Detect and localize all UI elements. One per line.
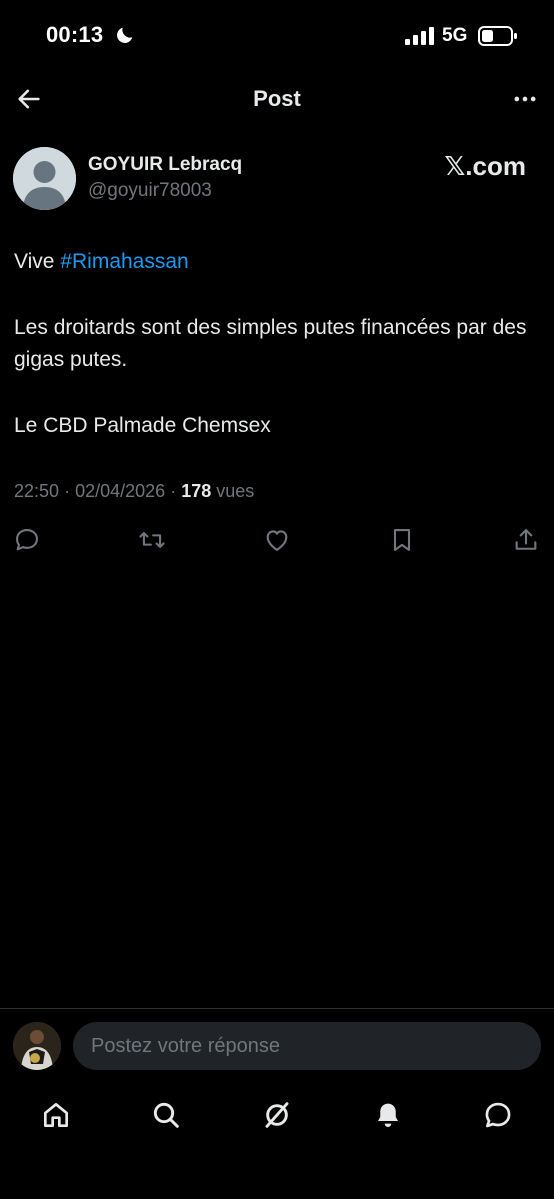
share-button[interactable] [511,525,541,555]
brand-watermark: 𝕏.com [444,151,526,181]
bookmark-button[interactable] [387,525,417,555]
post-text-prefix: Vive [14,250,61,273]
page-title: Post [253,86,301,111]
post-time[interactable]: 22:50 [14,481,59,501]
reply-input[interactable] [73,1022,541,1070]
search-icon [153,1102,179,1128]
default-avatar-icon [13,147,76,210]
moon-icon [117,27,133,43]
author-avatar[interactable] [13,147,76,210]
reply-icon [16,529,38,551]
meta-separator: · [64,481,71,501]
views-label: vues [216,481,255,501]
post-date[interactable]: 02/04/2026 [75,481,165,501]
bookmark-icon [393,529,411,551]
tab-notifications[interactable] [370,1097,406,1133]
battery-icon [478,26,517,46]
home-icon [44,1103,68,1127]
reply-divider [0,1008,554,1009]
post-text: Vive #Rimahassan Les droitards sont des … [14,246,538,442]
post-meta: 22:50 · 02/04/2026 · 178 vues [14,481,254,502]
like-button[interactable] [262,525,292,555]
signal-icon [405,27,434,45]
network-label: 5G [442,25,468,46]
post-screen: 00:13 5G Post GOYUIR Lebracq @goyuir7800… [0,0,554,1199]
like-icon [266,530,288,551]
post-line-1: Vive #Rimahassan [14,246,538,278]
more-dots-icon [514,96,536,102]
author-handle[interactable]: @goyuir78003 [88,180,212,202]
tab-messages[interactable] [480,1097,516,1133]
tab-grok[interactable] [259,1097,295,1133]
user-avatar[interactable] [13,1022,61,1070]
reply-button[interactable] [12,525,42,555]
grok-icon [265,1102,289,1128]
repost-button[interactable] [137,525,167,555]
views-count: 178 [181,481,212,501]
notifications-icon [378,1103,398,1127]
meta-separator: · [170,481,177,501]
hashtag-link[interactable]: #Rimahassan [60,250,188,273]
post-line-2: Les droitards sont des simples putes fin… [14,316,527,371]
tab-home[interactable] [38,1097,74,1133]
status-bar: 00:13 5G [0,0,554,72]
user-photo-icon [13,1022,61,1070]
status-time: 00:13 [46,22,104,47]
tab-search[interactable] [148,1097,184,1133]
author-name[interactable]: GOYUIR Lebracq [88,154,242,176]
more-button[interactable] [508,82,542,116]
share-icon [515,529,537,550]
top-nav: Post [0,72,554,128]
repost-icon [139,532,165,548]
post-line-3: Le CBD Palmade Chemsex [14,414,271,437]
messages-icon [485,1102,511,1128]
